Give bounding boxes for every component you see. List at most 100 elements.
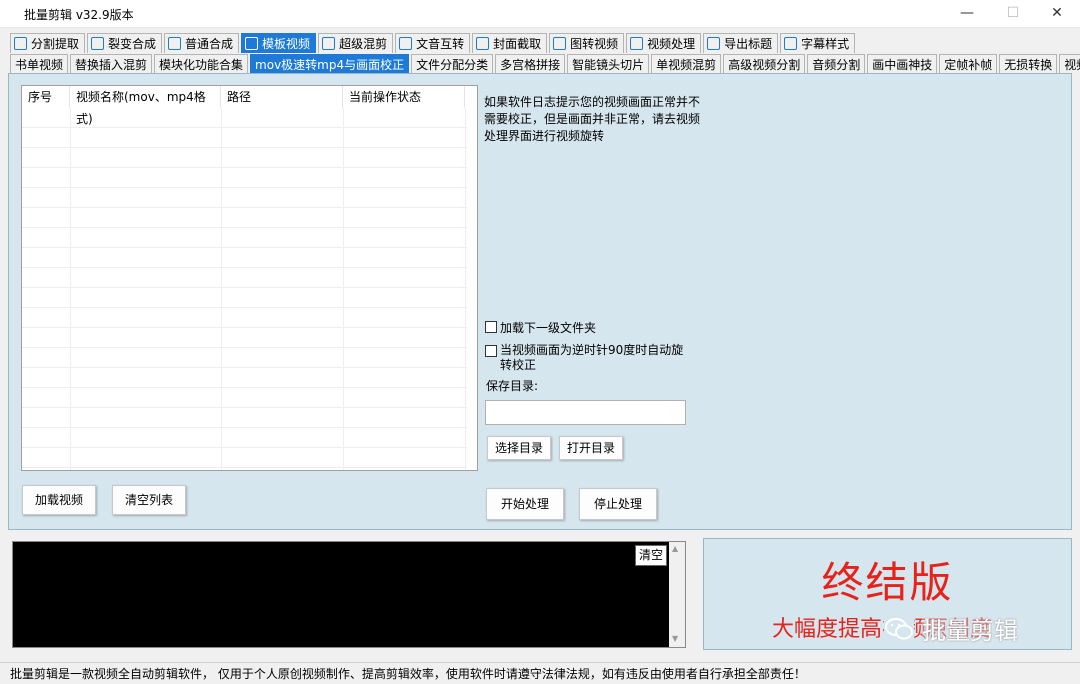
grid-line: [22, 427, 467, 428]
column-header-status[interactable]: 当前操作状态: [343, 86, 465, 108]
tab-label: 裂变合成: [108, 37, 157, 51]
tab-label: 文音互转: [416, 37, 465, 51]
subtab-5[interactable]: 文件分配分类: [411, 54, 494, 74]
tab-label: 图转视频: [570, 37, 619, 51]
load-subfolders-option[interactable]: 加载下一级文件夹: [485, 319, 596, 336]
subtitle-icon: [784, 37, 798, 50]
grid-line: [22, 347, 467, 348]
promo-title: 终结版: [821, 558, 954, 607]
column-header-index[interactable]: 序号: [22, 86, 70, 108]
slideshow-icon: [553, 37, 567, 50]
subtab-10[interactable]: 音频分割: [807, 54, 866, 74]
play-icon: [14, 37, 27, 50]
grid-column-line: [70, 108, 71, 470]
tab-3[interactable]: 普通合成: [164, 33, 240, 53]
tab-7[interactable]: 封面截取: [472, 33, 548, 53]
grid-line: [22, 307, 467, 308]
auto-rotate-option[interactable]: 当视频画面为逆时针90度时自动旋转校正: [485, 343, 695, 373]
close-button[interactable]: ✕: [1034, 0, 1080, 28]
stop-button[interactable]: 停止处理: [579, 488, 657, 520]
choose-dir-button[interactable]: 选择目录: [487, 436, 551, 460]
subtab-11[interactable]: 画中画神技: [867, 54, 938, 74]
open-dir-button[interactable]: 打开目录: [559, 436, 623, 460]
list-header: 序号 视频名称(mov、mp4格式) 路径 当前操作状态: [22, 86, 465, 126]
subtab-4[interactable]: mov极速转mp4与画面校正: [250, 54, 410, 74]
tab-2[interactable]: 裂变合成: [87, 33, 163, 53]
clear-log-button[interactable]: 清空: [635, 545, 667, 566]
load-subfolders-label: 加载下一级文件夹: [500, 321, 597, 335]
grid-line: [22, 247, 467, 248]
subtab-12[interactable]: 定帧补帧: [939, 54, 998, 74]
tab-label: 导出标题: [724, 37, 773, 51]
grid-line: [22, 327, 467, 328]
main-panel: 序号 视频名称(mov、mp4格式) 路径 当前操作状态 加载视频 清空列表 如…: [8, 73, 1072, 530]
subtab-6[interactable]: 多宫格拼接: [495, 54, 566, 74]
info-text: 如果软件日志提示您的视频画面正常并不需要校正，但是画面并非正常，请去视频处理界面…: [484, 95, 701, 143]
column-header-path[interactable]: 路径: [221, 86, 343, 108]
grid-line: [22, 167, 467, 168]
log-scrollbar[interactable]: ▲ ▼: [669, 542, 685, 647]
tab-11[interactable]: 字幕样式: [780, 33, 856, 53]
grid-column-line: [343, 108, 344, 470]
tab-6[interactable]: 文音互转: [395, 33, 471, 53]
tab-5[interactable]: 超级混剪: [318, 33, 394, 53]
watermark: 批量剪辑: [884, 611, 1018, 646]
start-button[interactable]: 开始处理: [486, 488, 564, 520]
grid-line: [22, 147, 467, 148]
save-dir-input[interactable]: [485, 400, 686, 425]
clear-list-button[interactable]: 清空列表: [112, 485, 186, 515]
save-dir-label: 保存目录:: [486, 379, 539, 393]
video-list[interactable]: 序号 视频名称(mov、mp4格式) 路径 当前操作状态: [21, 85, 478, 471]
log-console[interactable]: 清空 ▲ ▼: [12, 541, 686, 648]
subtab-1[interactable]: 书单视频: [10, 54, 69, 74]
subtab-13[interactable]: 无损转换: [999, 54, 1058, 74]
grid-line: [22, 387, 467, 388]
grid-column-line: [221, 108, 222, 470]
subtab-7[interactable]: 智能镜头切片: [567, 54, 650, 74]
grid-line: [22, 367, 467, 368]
export-icon: [707, 37, 721, 50]
sub-tab-bar: 书单视频 替换插入混剪 模块化功能合集 mov极速转mp4与画面校正 文件分配分类 多宫格…: [10, 54, 1080, 74]
tab-label: 普通合成: [185, 37, 234, 51]
watermark-text: 批量剪辑: [922, 611, 1018, 646]
subtab-3[interactable]: 模块化功能合集: [154, 54, 249, 74]
load-video-button[interactable]: 加载视频: [22, 485, 96, 515]
tab-4[interactable]: 模板视频: [241, 33, 317, 53]
square-icon: [91, 37, 105, 50]
promo-subtitle-visible: 大幅度提高: [772, 617, 883, 642]
grid-line: [22, 187, 467, 188]
wechat-icon: [884, 615, 914, 642]
load-subfolders-checkbox[interactable]: [485, 321, 497, 333]
title-bar: 批量剪辑 v32.9版本 — ☐ ✕: [0, 0, 1080, 28]
promo-panel: 终结版 大幅度提高视频原创度 批量剪辑: [703, 538, 1072, 650]
tab-label: 封面截取: [493, 37, 542, 51]
grid-line: [22, 207, 467, 208]
subtab-8[interactable]: 单视频混剪: [651, 54, 722, 74]
auto-rotate-checkbox[interactable]: [485, 345, 497, 357]
subtab-2[interactable]: 替换插入混剪: [70, 54, 153, 74]
grid-column-line: [465, 108, 466, 470]
play-icon: [168, 37, 182, 50]
main-tab-bar: 分割提取 裂变合成 普通合成 模板视频 超级混剪 文音互转 封面截取 图转视频 视频处理 导出标题…: [10, 33, 857, 53]
grid-line: [22, 267, 467, 268]
tab-9[interactable]: 视频处理: [626, 33, 702, 53]
grid-line: [22, 287, 467, 288]
list-grid: [22, 108, 477, 470]
window-title: 批量剪辑 v32.9版本: [24, 8, 134, 22]
scroll-down-icon[interactable]: ▼: [672, 634, 678, 643]
tab-label: 模板视频: [262, 37, 311, 51]
column-header-name[interactable]: 视频名称(mov、mp4格式): [70, 86, 221, 126]
maximize-button[interactable]: ☐: [990, 0, 1036, 28]
image-icon: [245, 37, 259, 50]
subtab-14[interactable]: 视频截图: [1059, 54, 1080, 74]
minimize-button[interactable]: —: [944, 0, 990, 28]
tab-label: 分割提取: [31, 37, 80, 51]
subtab-9[interactable]: 高级视频分割: [723, 54, 806, 74]
tab-label: 字幕样式: [801, 37, 850, 51]
tab-8[interactable]: 图转视频: [549, 33, 625, 53]
tab-1[interactable]: 分割提取: [10, 33, 86, 53]
grid-line: [22, 227, 467, 228]
scroll-up-icon[interactable]: ▲: [672, 544, 678, 553]
tab-10[interactable]: 导出标题: [703, 33, 779, 53]
waveform-icon: [322, 37, 336, 50]
